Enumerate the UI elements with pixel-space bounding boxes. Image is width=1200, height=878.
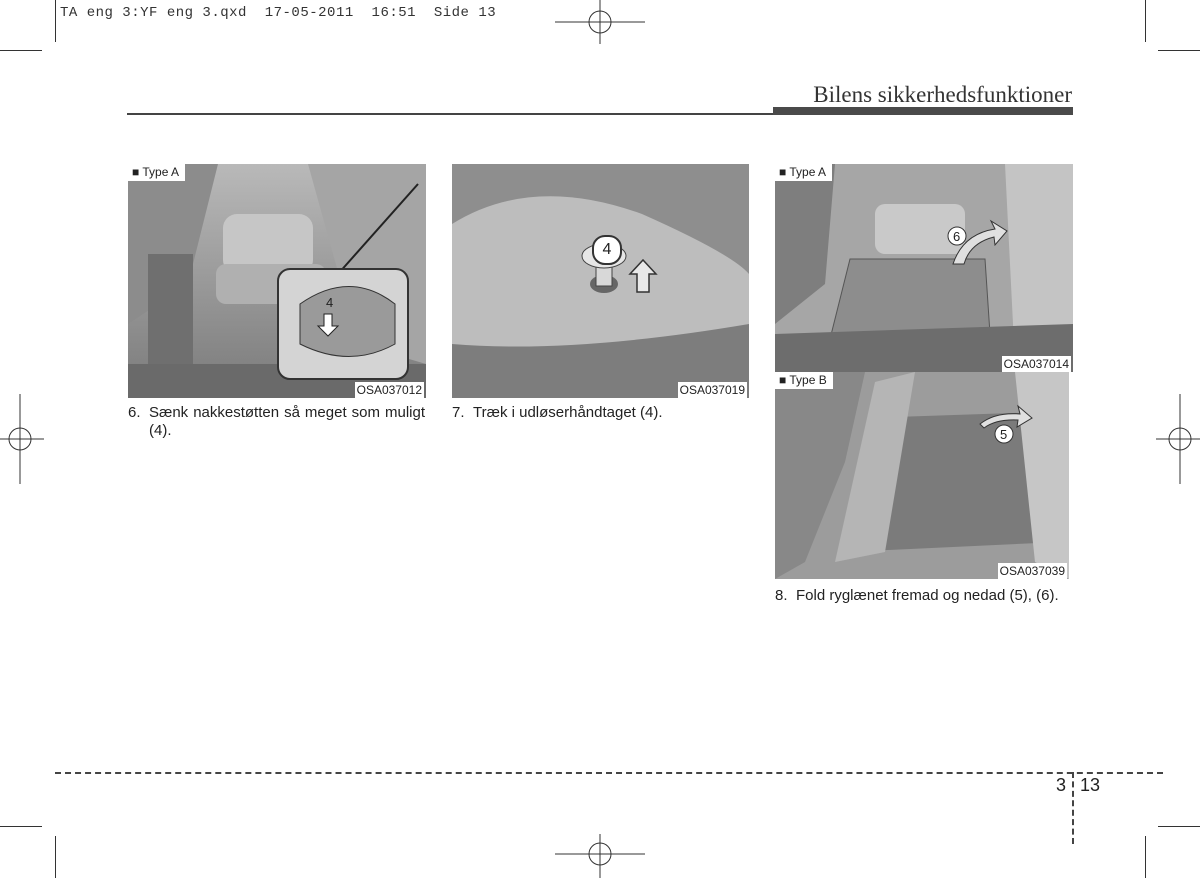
svg-text:4: 4 [326,295,333,310]
figure-type-tag: ■ Type A [775,164,833,181]
figure-type-tag: ■ Type A [128,164,186,181]
crop-mark [0,50,42,51]
rear-seat-illustration: 4 [128,164,426,398]
folded-seat-illustration: 6 [775,164,1073,372]
chapter-number: 3 [1056,775,1067,795]
crop-mark [55,0,56,42]
figure-fold-type-a: 6 ■ Type A OSA037014 [775,164,1073,372]
cargo-floor-illustration: 5 [775,372,1069,579]
step-text: Træk i udløserhåndtaget (4). [473,404,663,421]
callout-number: 6 [953,229,960,244]
crop-mark [55,836,56,878]
registration-mark-icon [1156,394,1200,484]
instruction-step: 8. Fold ryglænet fremad og nedad (5), (6… [775,587,1072,605]
footer-rule [55,772,1163,774]
figure-headrest: 4 ■ Type A OSA037012 [128,164,426,398]
callout-badge: 4 [592,235,622,265]
release-handle-illustration [452,164,749,398]
crop-mark [1145,0,1146,42]
step-number: 8. [775,587,788,604]
figure-code: OSA037014 [1001,356,1071,372]
crop-mark [1145,836,1146,878]
page-number: 13 [1080,775,1101,795]
step-number: 6. [128,404,141,421]
instruction-step: 6. Sænk nakkestøtten så meget som muligt… [128,404,425,440]
crop-mark [1158,826,1200,827]
step-text: Sænk nakkestøtten så meget som muligt (4… [149,404,425,439]
figure-fold-type-b: 5 ■ Type B OSA037039 [775,372,1069,579]
registration-mark-icon [555,0,645,44]
registration-mark-icon [555,834,645,878]
page-number-divider [1072,772,1074,844]
figure-type-tag: ■ Type B [775,372,833,389]
figure-code: OSA037019 [677,382,747,398]
header-rule-bold [773,107,1073,115]
step-number: 7. [452,404,465,421]
crop-mark [1158,50,1200,51]
step-text: Fold ryglænet fremad og nedad (5), (6). [796,587,1059,604]
section-title: Bilens sikkerhedsfunktioner [813,82,1072,107]
callout-number: 5 [1000,427,1007,442]
print-slug: TA eng 3:YF eng 3.qxd 17-05-2011 16:51 S… [60,5,497,21]
figure-release-handle: 4 OSA037019 [452,164,749,398]
instruction-step: 7. Træk i udløserhåndtaget (4). [452,404,749,422]
figure-code: OSA037039 [997,563,1067,579]
header-rule [127,113,773,115]
figure-code: OSA037012 [354,382,424,398]
registration-mark-icon [0,394,44,484]
crop-mark [0,826,42,827]
